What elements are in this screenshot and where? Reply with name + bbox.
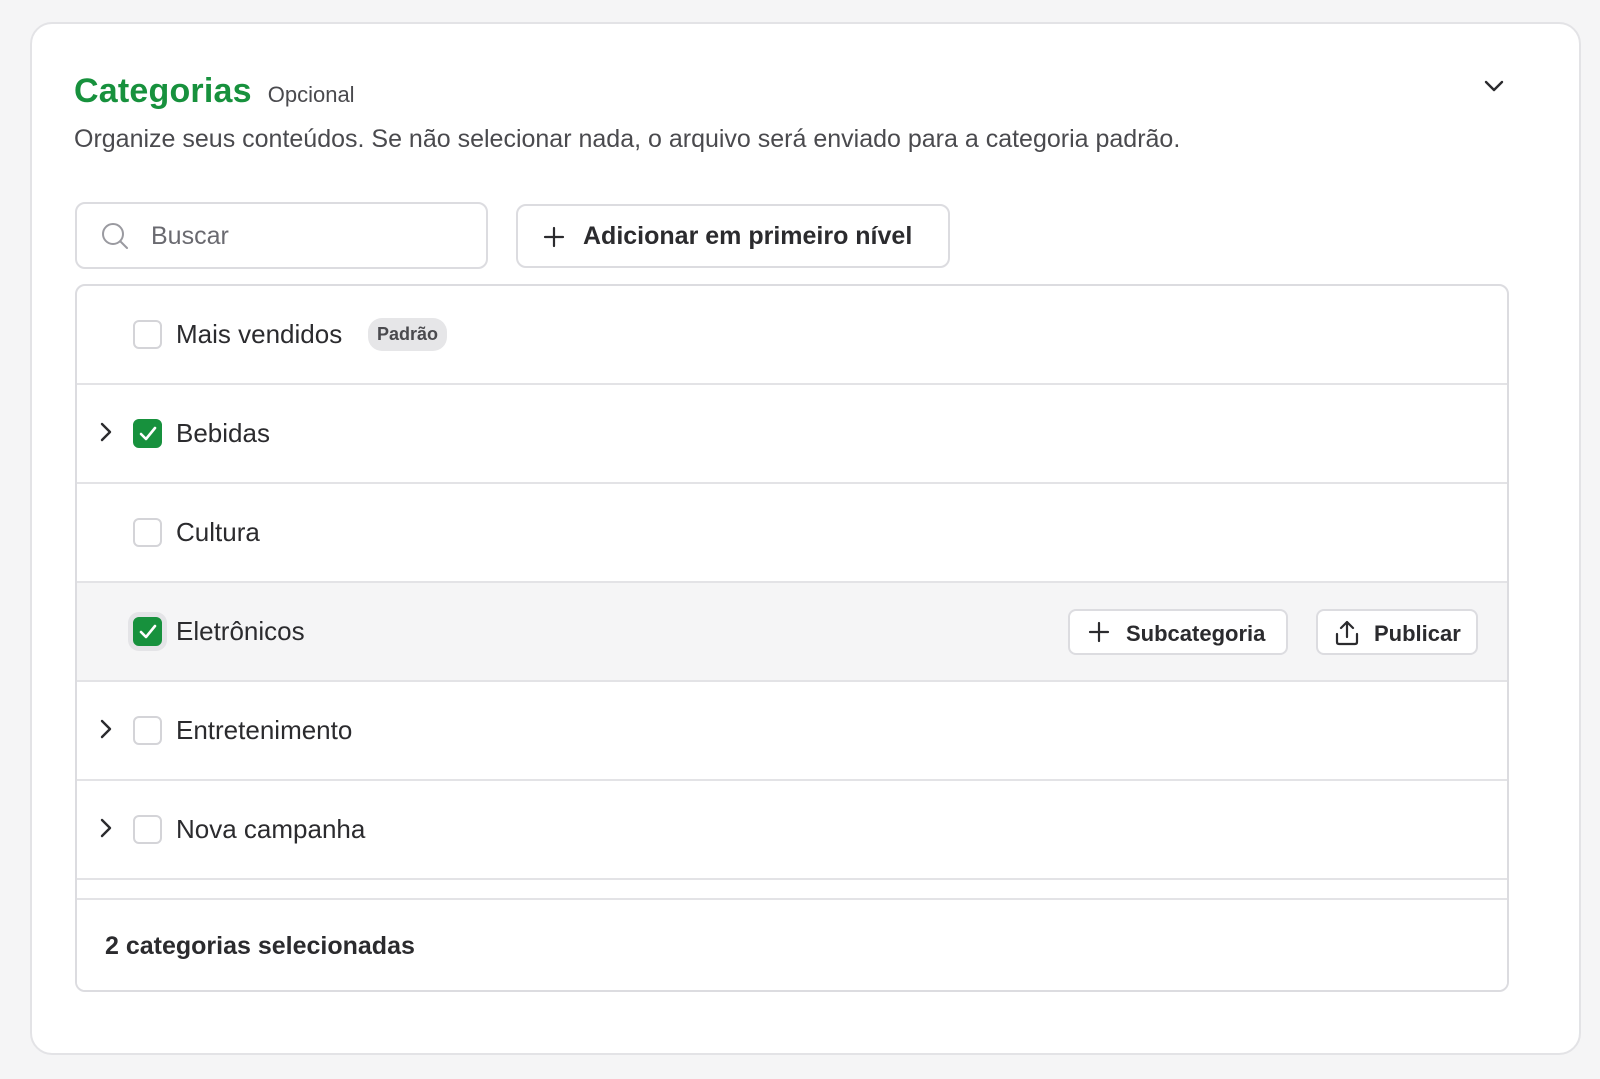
- category-row-nova-campanha: Nova campanha: [77, 781, 1507, 880]
- category-checkbox[interactable]: [133, 518, 162, 547]
- publish-button[interactable]: Publicar: [1316, 609, 1478, 655]
- selection-footer: 2 categorias selecionadas: [77, 898, 1507, 990]
- category-label: Entretenimento: [176, 715, 353, 745]
- category-checkbox[interactable]: [133, 716, 162, 745]
- default-badge: Padrão: [368, 318, 448, 351]
- category-row-mais-vendidos: Mais vendidos Padrão: [77, 286, 1507, 385]
- categories-card: Categorias Opcional Organize seus conteú…: [30, 22, 1581, 1055]
- add-first-level-button[interactable]: Adicionar em primeiro nível: [516, 204, 950, 268]
- plus-icon: [1088, 621, 1110, 643]
- plus-icon: [543, 226, 565, 248]
- category-label: Eletrônicos: [176, 616, 305, 646]
- upload-icon: [1335, 620, 1359, 646]
- category-row-eletronicos: Eletrônicos Subcategoria Publicar: [77, 583, 1507, 682]
- category-label: Cultura: [176, 517, 260, 547]
- category-checkbox[interactable]: [133, 617, 162, 646]
- category-label: Mais vendidos: [176, 319, 343, 349]
- chevron-right-icon[interactable]: [95, 421, 117, 443]
- category-label: Nova campanha: [176, 814, 366, 844]
- scroll-overflow-row: [77, 880, 1507, 898]
- selected-count: 2 categorias selecionadas: [105, 932, 415, 960]
- section-description: Organize seus conteúdos. Se não selecion…: [74, 125, 1181, 153]
- section-header: Categorias Opcional: [74, 72, 355, 111]
- checkmark-icon: [139, 426, 157, 441]
- optional-label: Opcional: [267, 82, 355, 107]
- category-checkbox[interactable]: [133, 815, 162, 844]
- category-row-bebidas: Bebidas: [77, 385, 1507, 484]
- add-first-level-label: Adicionar em primeiro nível: [583, 222, 913, 250]
- chevron-right-icon[interactable]: [95, 718, 117, 740]
- search-icon: [102, 223, 128, 249]
- chevron-right-icon[interactable]: [95, 817, 117, 839]
- category-checkbox[interactable]: [133, 419, 162, 448]
- category-label: Bebidas: [176, 418, 270, 448]
- search-input[interactable]: [151, 214, 471, 258]
- category-tree: Mais vendidos Padrão Bebidas Cultura Ele…: [75, 284, 1509, 992]
- search-field[interactable]: [75, 202, 488, 269]
- publish-label: Publicar: [1374, 621, 1461, 646]
- category-row-cultura: Cultura: [77, 484, 1507, 583]
- add-subcategory-label: Subcategoria: [1126, 621, 1266, 646]
- category-checkbox[interactable]: [133, 320, 162, 349]
- collapse-button[interactable]: [1478, 70, 1510, 102]
- checkmark-icon: [139, 624, 157, 639]
- chevron-down-icon: [1484, 80, 1504, 92]
- category-row-entretenimento: Entretenimento: [77, 682, 1507, 781]
- section-title: Categorias: [74, 72, 252, 110]
- add-subcategory-button[interactable]: Subcategoria: [1068, 609, 1288, 655]
